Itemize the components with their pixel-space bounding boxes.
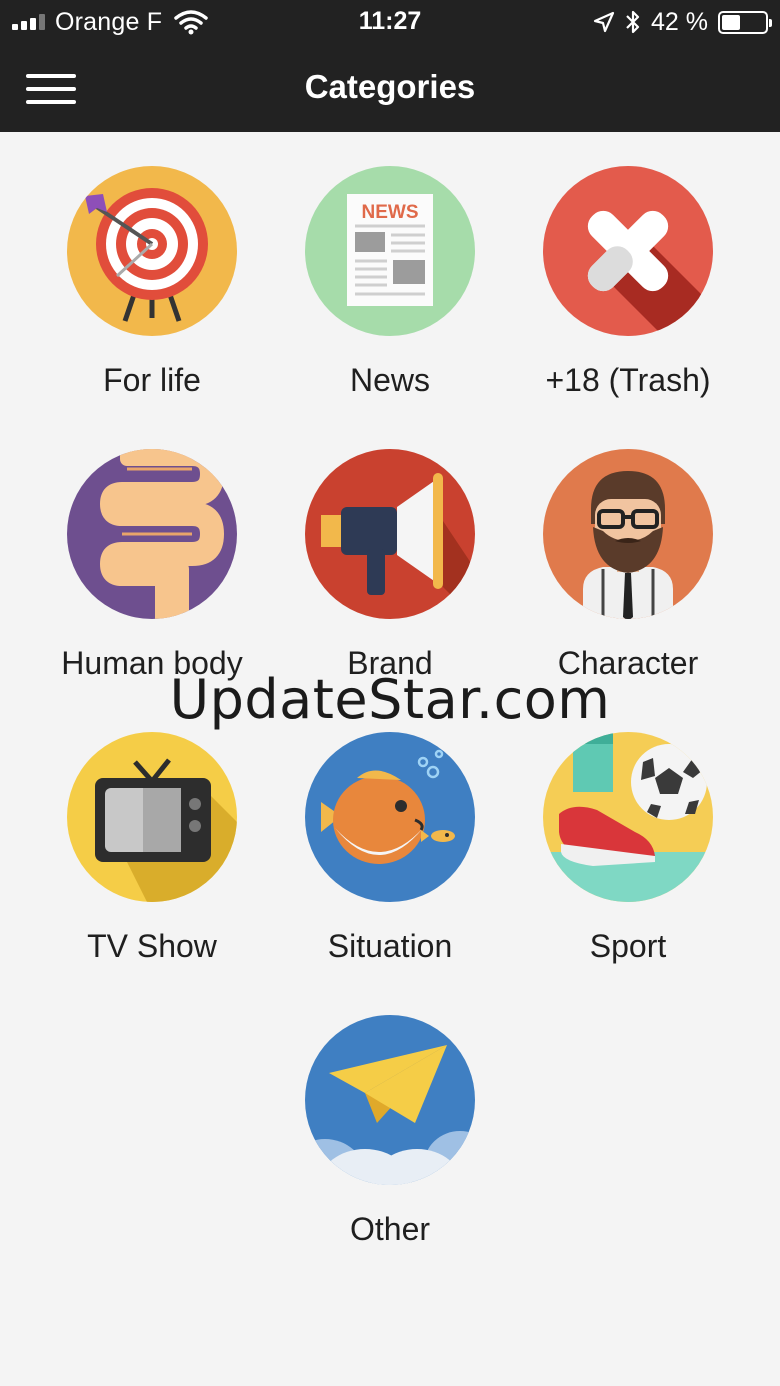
category-circle [305, 1015, 475, 1185]
category-label: TV Show [87, 928, 217, 964]
fish-icon [305, 732, 475, 902]
category-situation[interactable]: Situation [271, 698, 509, 964]
megaphone-icon [305, 449, 475, 619]
category-circle: NEWS [305, 166, 475, 336]
category-label: Sport [589, 928, 667, 964]
status-bar: Orange F 11:27 42 % [0, 0, 780, 44]
bearded-man-icon [543, 449, 713, 619]
x-mark-icon [543, 166, 713, 336]
tv-icon [67, 732, 237, 902]
category-tv-show[interactable]: TV Show [33, 698, 271, 964]
navigation-bar: Categories [0, 44, 780, 132]
category-circle [67, 449, 237, 619]
category-circle [543, 166, 713, 336]
category-label: Character [557, 645, 699, 681]
category-label: Human body [61, 645, 243, 681]
category-brand[interactable]: Brand [271, 415, 509, 681]
category-circle [305, 449, 475, 619]
category-label: Brand [347, 645, 433, 681]
category-label: +18 (Trash) [545, 362, 711, 398]
battery-percent: 42 % [651, 7, 708, 36]
soccer-icon [543, 732, 713, 902]
category-for-life[interactable]: For life [33, 132, 271, 398]
category-character[interactable]: Character [509, 415, 747, 681]
category-sport[interactable]: Sport [509, 698, 747, 964]
category-human-body[interactable]: Human body [33, 415, 271, 681]
category-circle [543, 732, 713, 902]
news-icon-text: NEWS [362, 202, 419, 223]
category-adult-trash[interactable]: +18 (Trash) [509, 132, 747, 398]
category-circle [543, 449, 713, 619]
category-circle [67, 732, 237, 902]
category-label: News [349, 362, 430, 398]
page-title: Categories [304, 68, 476, 105]
category-other[interactable]: Other [271, 981, 509, 1247]
category-circle [67, 166, 237, 336]
target-icon [67, 166, 237, 336]
category-label: Situation [327, 928, 453, 964]
location-icon [593, 11, 615, 33]
category-label: Other [349, 1211, 431, 1247]
category-circle [305, 732, 475, 902]
intestine-icon [67, 449, 237, 619]
paper-plane-icon [305, 1015, 475, 1185]
status-right: 42 % [593, 7, 772, 36]
newspaper-icon: NEWS [305, 166, 475, 336]
category-news[interactable]: NEWS News [271, 132, 509, 398]
battery-icon [718, 10, 772, 34]
bluetooth-icon [626, 10, 640, 34]
category-label: For life [103, 362, 201, 398]
battery-fill [722, 14, 740, 30]
